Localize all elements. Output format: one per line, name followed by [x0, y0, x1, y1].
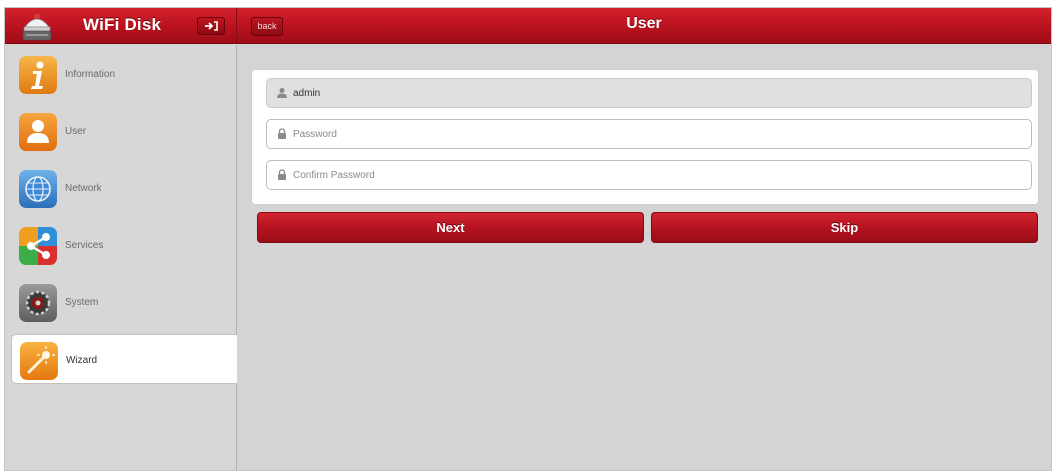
username-field — [266, 78, 1032, 108]
globe-icon — [19, 170, 57, 208]
username-input — [293, 81, 1013, 105]
lock-icon — [278, 169, 286, 180]
wand-icon — [20, 342, 58, 380]
sidebar-item-services[interactable]: Services — [11, 220, 237, 270]
router-dome-icon — [22, 14, 52, 41]
sidebar-item-user[interactable]: User — [11, 106, 237, 156]
sidebar-header: WiFi Disk — [5, 8, 237, 44]
user-icon — [19, 113, 57, 151]
password-field[interactable] — [266, 119, 1032, 149]
logout-button[interactable] — [197, 17, 225, 35]
sidebar-item-network[interactable]: Network — [11, 163, 237, 213]
next-button[interactable]: Next — [257, 212, 644, 243]
sidebar-item-label: Information — [65, 69, 116, 80]
password-input[interactable] — [293, 122, 1013, 146]
confirm-password-input[interactable] — [293, 163, 1013, 187]
confirm-password-field[interactable] — [266, 160, 1032, 190]
sidebar: Information User Network Services System… — [5, 45, 237, 470]
sidebar-item-information[interactable]: Information — [11, 49, 237, 99]
logout-arrow-icon — [205, 21, 218, 31]
app-title: WiFi Disk — [83, 15, 162, 34]
user-form — [251, 69, 1039, 205]
sidebar-item-system[interactable]: System — [11, 277, 237, 327]
app-frame: WiFi Disk back User Information User Net… — [4, 7, 1052, 471]
page-title: User — [626, 15, 662, 32]
skip-button[interactable]: Skip — [651, 212, 1038, 243]
share-icon — [19, 227, 57, 265]
info-icon — [19, 56, 57, 94]
sidebar-item-label: User — [65, 126, 87, 137]
lock-icon — [278, 128, 286, 139]
sidebar-item-label: Wizard — [66, 355, 98, 366]
sidebar-item-label: Network — [65, 183, 102, 194]
sidebar-item-wizard[interactable]: Wizard — [11, 334, 237, 384]
gear-icon — [19, 284, 57, 322]
sidebar-item-label: Services — [65, 240, 104, 251]
top-bar: WiFi Disk back User — [5, 8, 1051, 44]
user-icon — [277, 88, 287, 98]
sidebar-item-label: System — [65, 297, 99, 308]
